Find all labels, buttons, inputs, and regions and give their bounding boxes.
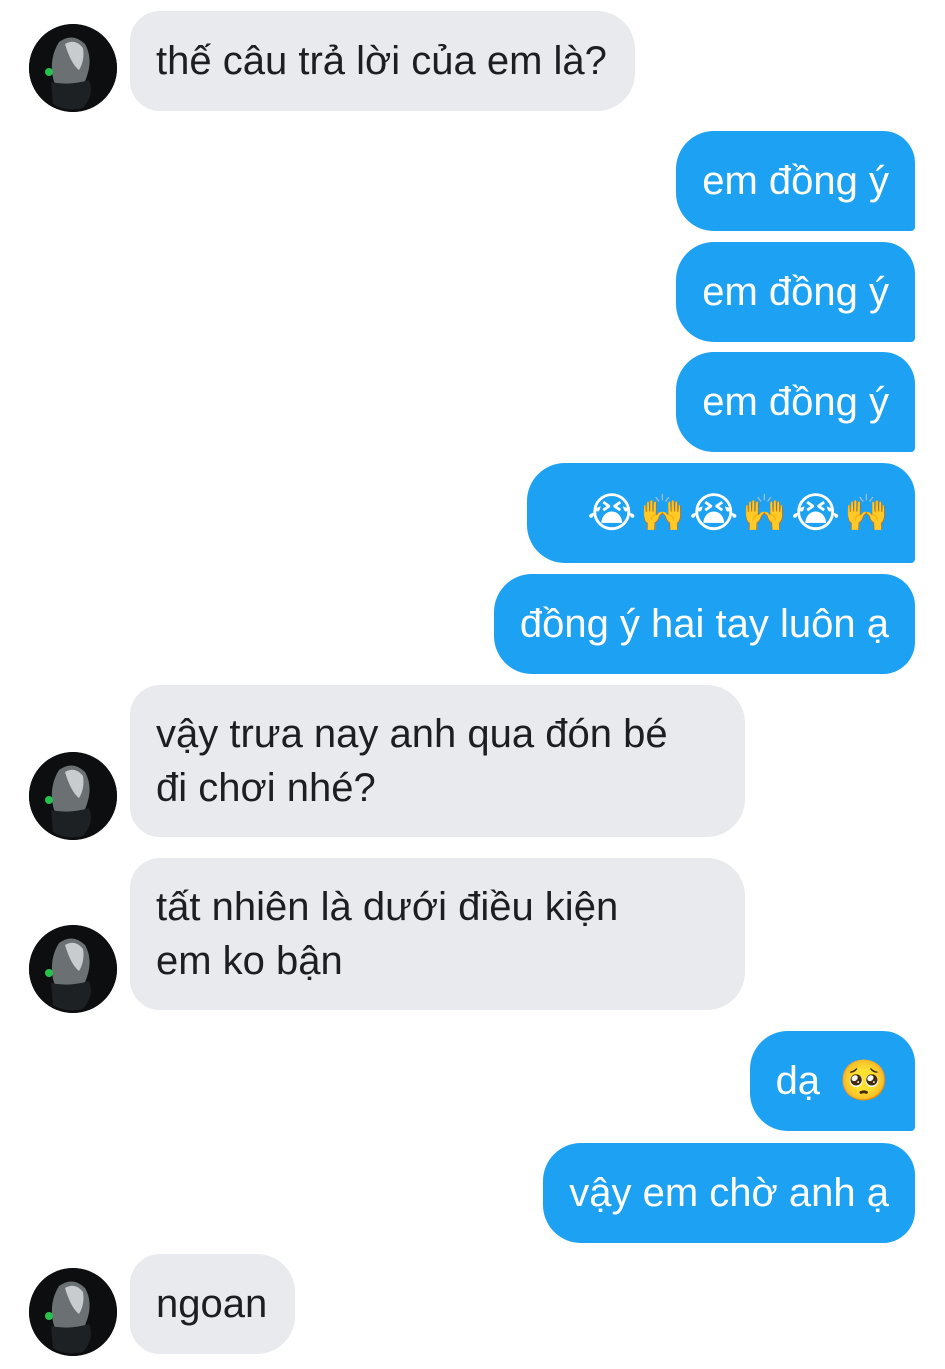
avatar[interactable]	[29, 1268, 117, 1356]
avatar-photo-icon	[29, 925, 117, 1013]
message-text: thế câu trả lời của em là?	[156, 39, 607, 83]
message-text: em đồng ý	[702, 380, 889, 424]
received-message-bubble[interactable]: ngoan	[130, 1254, 296, 1354]
message-text: em đồng ý	[702, 159, 889, 203]
avatar[interactable]	[29, 752, 117, 840]
message-text: ngoan	[156, 1282, 268, 1326]
sent-message-bubble[interactable]: em đồng ý	[676, 242, 915, 342]
raising-hands-icon: 🙌	[742, 492, 788, 533]
avatar-photo-icon	[29, 24, 117, 112]
message-text: em đồng ý	[702, 270, 889, 314]
message-text: vậy em chờ anh ạ	[569, 1171, 889, 1215]
loudly-crying-face-icon: 😭	[689, 489, 739, 536]
message-text: tất nhiên là dưới điều kiện em ko bận	[156, 885, 619, 983]
received-message-bubble[interactable]: tất nhiên là dưới điều kiện em ko bận	[130, 858, 745, 1010]
pleading-face-icon: 🥺	[839, 1059, 889, 1103]
raising-hands-icon: 🙌	[844, 492, 889, 533]
received-message-bubble[interactable]: vậy trưa nay anh qua đón bé đi chơi nhé?	[130, 685, 745, 837]
sent-emoji-bubble[interactable]: 😭 🙌 😭 🙌 😭 🙌	[527, 463, 915, 563]
avatar[interactable]	[29, 24, 117, 112]
avatar-photo-icon	[29, 752, 117, 840]
message-text: vậy trưa nay anh qua đón bé đi chơi nhé?	[156, 712, 668, 810]
avatar-photo-icon	[29, 1268, 117, 1356]
sent-message-bubble[interactable]: em đồng ý	[676, 352, 915, 452]
message-text: đồng ý hai tay luôn ạ	[519, 602, 889, 646]
message-text: dạ	[775, 1059, 821, 1103]
sent-message-bubble[interactable]: dạ 🥺	[749, 1031, 915, 1131]
raising-hands-icon: 🙌	[640, 492, 686, 533]
avatar[interactable]	[29, 925, 117, 1013]
sent-message-bubble[interactable]: đồng ý hai tay luôn ạ	[493, 574, 915, 674]
received-message-bubble[interactable]: thế câu trả lời của em là?	[130, 11, 635, 111]
sent-message-bubble[interactable]: vậy em chờ anh ạ	[543, 1143, 915, 1243]
loudly-crying-face-icon: 😭	[587, 489, 637, 536]
loudly-crying-face-icon: 😭	[791, 489, 841, 536]
sent-message-bubble[interactable]: em đồng ý	[676, 131, 915, 231]
